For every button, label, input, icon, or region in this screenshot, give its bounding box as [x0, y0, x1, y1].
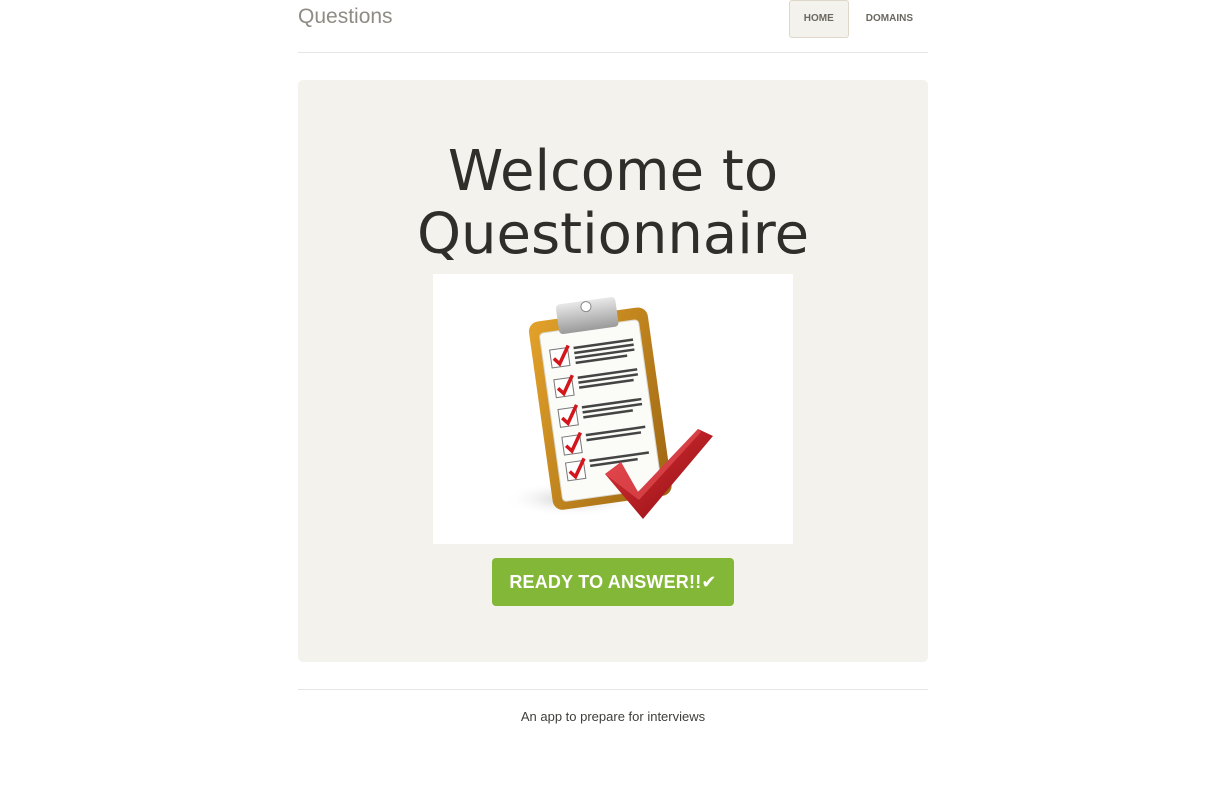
nav-item-domains[interactable]: DOMAINS: [851, 0, 928, 36]
cta-label: READY TO ANSWER!!: [509, 572, 702, 592]
navbar: Questions HOME DOMAINS: [298, 0, 928, 53]
check-icon: ✔: [701, 572, 717, 592]
page-container: Questions HOME DOMAINS Welcome to Questi…: [298, 0, 928, 724]
hero-image: [433, 274, 793, 544]
brand-link[interactable]: Questions: [298, 4, 393, 30]
footer: An app to prepare for interviews: [298, 689, 928, 724]
title-line-1: Welcome to: [447, 139, 779, 204]
title-line-2: Questionnaire: [416, 202, 810, 267]
clipboard-checklist-icon: [503, 297, 713, 519]
page-title: Welcome to Questionnaire: [298, 140, 928, 266]
hero-jumbotron: Welcome to Questionnaire READY TO ANSWER…: [298, 80, 928, 662]
ready-to-answer-button[interactable]: READY TO ANSWER!!✔: [492, 558, 734, 606]
footer-text: An app to prepare for interviews: [520, 709, 706, 724]
nav-menu: HOME DOMAINS: [788, 0, 928, 38]
nav-item-home[interactable]: HOME: [788, 0, 849, 38]
